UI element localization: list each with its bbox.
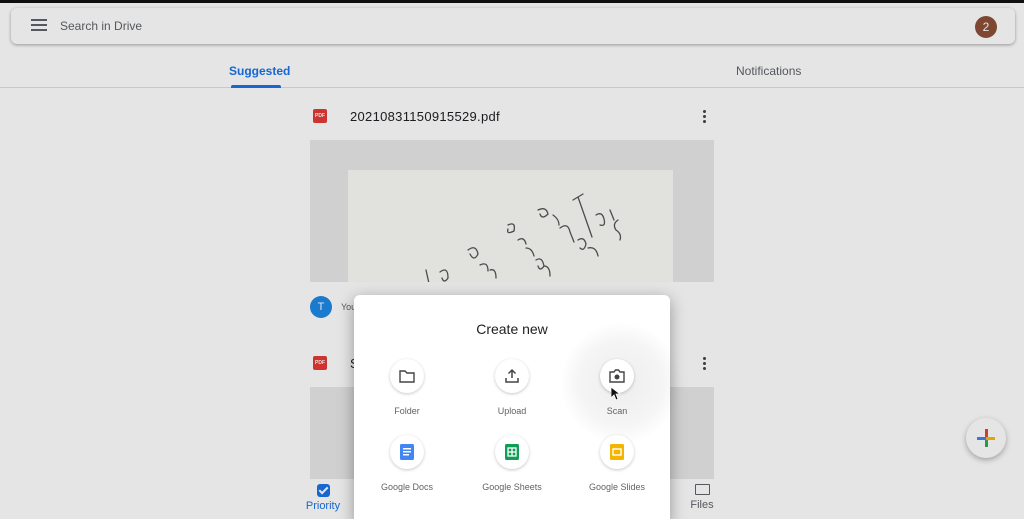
folder-label: Folder [394,406,420,416]
upload-label: Upload [497,406,527,416]
folder-icon [399,370,415,383]
create-folder-button[interactable]: Folder [362,359,452,416]
upload-button[interactable]: Upload [467,359,557,416]
create-new-dialog: Create new Folder Upload Scan Google Doc… [354,295,681,519]
sheets-label: Google Sheets [482,482,542,492]
slides-label: Google Slides [588,482,646,492]
google-sheets-button[interactable]: Google Sheets [467,435,557,492]
google-slides-button[interactable]: Google Slides [572,435,662,492]
camera-icon [609,369,625,383]
sheets-icon [505,444,519,460]
scan-label: Scan [606,406,628,416]
docs-label: Google Docs [380,482,434,492]
docs-icon [400,444,414,460]
slides-icon [610,444,624,460]
mouse-cursor-icon [611,387,621,401]
upload-icon [505,368,519,383]
google-docs-button[interactable]: Google Docs [362,435,452,492]
